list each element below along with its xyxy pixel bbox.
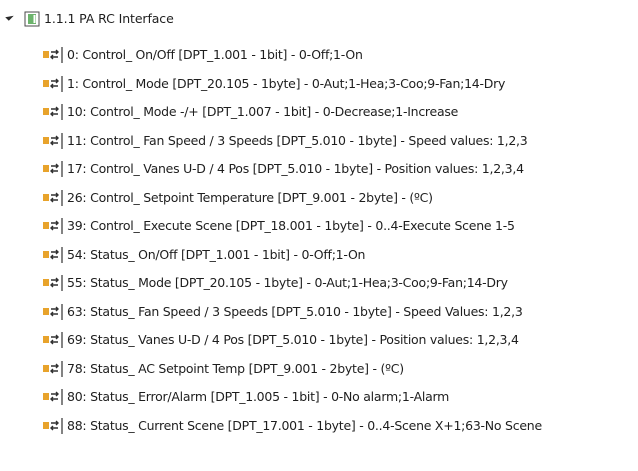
tree-item-label: 17: Control_ Vanes U-D / 4 Pos [DPT_5.01… bbox=[67, 161, 524, 176]
communication-object-icon bbox=[43, 332, 63, 348]
tree-item[interactable]: 1: Control_ Mode [DPT_20.105 - 1byte] - … bbox=[0, 70, 638, 99]
tree-item-label: 54: Status_ On/Off [DPT_1.001 - 1bit] - … bbox=[67, 246, 366, 262]
communication-object-icon bbox=[43, 218, 63, 234]
communication-object-icon bbox=[43, 75, 63, 92]
tree-item[interactable]: 80: Status_ Error/Alarm [DPT_1.005 - 1bi… bbox=[0, 383, 638, 412]
tree-item-label: 1: Control_ Mode [DPT_20.105 - 1byte] - … bbox=[67, 75, 506, 91]
expanded-triangle-icon[interactable] bbox=[5, 12, 14, 21]
tree-item[interactable]: 11: Control_ Fan Speed / 3 Speeds [DPT_5… bbox=[0, 127, 638, 156]
communication-object-icon bbox=[43, 104, 63, 120]
tree-item-label: 11: Control_ Fan Speed / 3 Speeds [DPT_5… bbox=[67, 132, 528, 148]
communication-object-icon bbox=[43, 132, 63, 149]
tree-item[interactable]: 63: Status_ Fan Speed / 3 Speeds [DPT_5.… bbox=[0, 298, 638, 327]
tree-item[interactable]: 10: Control_ Mode -/+ [DPT_1.007 - 1bit]… bbox=[0, 98, 638, 127]
tree-item-label: 39: Control_ Execute Scene [DPT_18.001 -… bbox=[67, 218, 515, 233]
communication-object-icon bbox=[43, 275, 63, 291]
communication-object-icon bbox=[43, 189, 63, 206]
communication-objects-list: 0: Control_ On/Off [DPT_1.001 - 1bit] - … bbox=[0, 41, 638, 440]
tree-item[interactable]: 55: Status_ Mode [DPT_20.105 - 1byte] - … bbox=[0, 269, 638, 298]
communication-object-icon bbox=[43, 47, 63, 63]
tree-item[interactable]: 26: Control_ Setpoint Temperature [DPT_9… bbox=[0, 184, 638, 213]
communication-object-icon bbox=[43, 389, 63, 405]
tree-item[interactable]: 88: Status_ Current Scene [DPT_17.001 - … bbox=[0, 412, 638, 441]
communication-object-icon bbox=[43, 303, 63, 320]
tree-item[interactable]: 0: Control_ On/Off [DPT_1.001 - 1bit] - … bbox=[0, 41, 638, 70]
tree-item-label: 26: Control_ Setpoint Temperature [DPT_9… bbox=[67, 189, 433, 205]
communication-object-icon bbox=[43, 360, 63, 377]
device-icon bbox=[24, 11, 40, 27]
tree-item[interactable]: 54: Status_ On/Off [DPT_1.001 - 1bit] - … bbox=[0, 241, 638, 270]
communication-object-icon bbox=[43, 417, 63, 434]
tree-item[interactable]: 17: Control_ Vanes U-D / 4 Pos [DPT_5.01… bbox=[0, 155, 638, 184]
tree-item-label: 78: Status_ AC Setpoint Temp [DPT_9.001 … bbox=[67, 360, 404, 376]
tree-item-label: 55: Status_ Mode [DPT_20.105 - 1byte] - … bbox=[67, 275, 508, 290]
tree-item-label: 69: Status_ Vanes U-D / 4 Pos [DPT_5.010… bbox=[67, 332, 519, 347]
communication-object-icon bbox=[43, 246, 63, 263]
communication-object-icon bbox=[43, 161, 63, 177]
tree-item-label: 88: Status_ Current Scene [DPT_17.001 - … bbox=[67, 417, 542, 433]
tree-item[interactable]: 69: Status_ Vanes U-D / 4 Pos [DPT_5.010… bbox=[0, 326, 638, 355]
tree-item-label: 10: Control_ Mode -/+ [DPT_1.007 - 1bit]… bbox=[67, 104, 459, 119]
tree-item[interactable]: 39: Control_ Execute Scene [DPT_18.001 -… bbox=[0, 212, 638, 241]
tree-item-label: 80: Status_ Error/Alarm [DPT_1.005 - 1bi… bbox=[67, 389, 450, 404]
tree-item-label: 63: Status_ Fan Speed / 3 Speeds [DPT_5.… bbox=[67, 303, 523, 319]
tree-item-label: 0: Control_ On/Off [DPT_1.001 - 1bit] - … bbox=[67, 47, 363, 62]
tree-root-label: 1.1.1 PA RC Interface bbox=[44, 11, 174, 26]
tree-item[interactable]: 78: Status_ AC Setpoint Temp [DPT_9.001 … bbox=[0, 355, 638, 384]
